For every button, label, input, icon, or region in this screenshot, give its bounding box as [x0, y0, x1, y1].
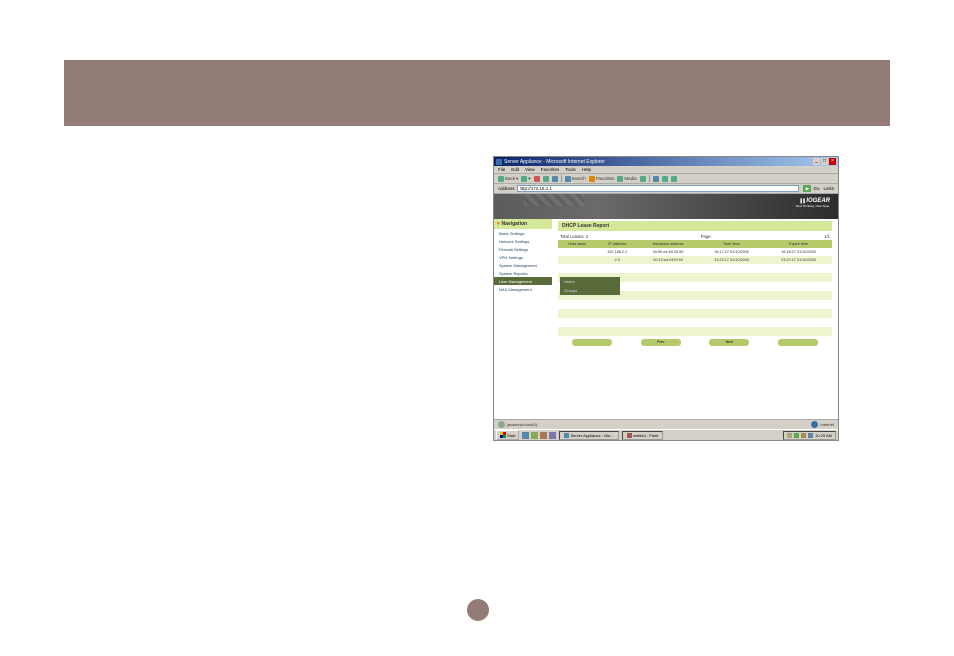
- links-label[interactable]: Links: [823, 186, 834, 191]
- tray-icon[interactable]: [794, 433, 799, 438]
- start-button[interactable]: Start: [496, 430, 519, 440]
- status-icon: [498, 421, 505, 428]
- menu-view[interactable]: View: [525, 167, 535, 172]
- nav-system-management[interactable]: System Management: [494, 261, 552, 269]
- prev-button[interactable]: Prev: [641, 339, 681, 346]
- col-hostname: Host name: [558, 240, 597, 248]
- back-button[interactable]: Back▾: [498, 176, 518, 182]
- tray-icon[interactable]: [801, 433, 806, 438]
- menu-edit[interactable]: Edit: [511, 167, 519, 172]
- panel-title: DHCP Lease Report: [558, 221, 832, 231]
- table-row: [558, 309, 832, 318]
- forward-button[interactable]: ▾: [521, 176, 530, 182]
- sidebar: Navigation Basic Settings Network Settin…: [494, 219, 552, 399]
- quicklaunch-icon[interactable]: [531, 432, 538, 439]
- close-button[interactable]: ×: [829, 158, 836, 165]
- menu-help[interactable]: Help: [582, 167, 591, 172]
- refresh-icon[interactable]: [543, 176, 549, 182]
- toolbar: Back▾ ▾ Search Favorites Media: [494, 174, 838, 184]
- zone-text: Internet: [820, 422, 834, 427]
- windows-icon: [500, 432, 506, 438]
- table-row: 192.168.2.2 00:50:e4:60:26:59 16:17:27 0…: [558, 248, 832, 256]
- banner-header: [64, 60, 890, 126]
- quicklaunch-icon[interactable]: [549, 432, 556, 439]
- table-row: 2.3 00:10:a4:04:f9:90 13:22:17 01/10/200…: [558, 256, 832, 264]
- nav-system-reports[interactable]: System Reports: [494, 269, 552, 277]
- menu-favorites[interactable]: Favorites: [541, 167, 560, 172]
- addressbar: Address ▶ Go Links: [494, 184, 838, 194]
- col-hw: Hardware address: [638, 240, 698, 248]
- submenu-groups[interactable]: Groups: [560, 286, 620, 295]
- quicklaunch-icon[interactable]: [522, 432, 529, 439]
- go-label: Go: [813, 186, 819, 191]
- titlebar: Server Appliance - Microsoft Internet Ex…: [494, 157, 838, 166]
- pager-button[interactable]: [572, 339, 612, 346]
- maximize-button[interactable]: □: [821, 158, 828, 165]
- print-icon[interactable]: [662, 176, 668, 182]
- home-icon[interactable]: [552, 176, 558, 182]
- ie-icon: [496, 159, 502, 165]
- minimize-button[interactable]: _: [813, 158, 820, 165]
- stop-icon[interactable]: [534, 176, 540, 182]
- window-title: Server Appliance - Microsoft Internet Ex…: [504, 159, 605, 165]
- site-header: ▐▐ IOGEAR New Thinking. New Style.: [494, 194, 838, 219]
- nav-network-settings[interactable]: Network Settings: [494, 237, 552, 245]
- nav-header: Navigation: [494, 219, 552, 229]
- taskbar-app-paint[interactable]: untitled - Paint: [622, 431, 664, 440]
- status-text: javascript:void(0);: [507, 422, 538, 427]
- submenu-user-management: Users Groups: [560, 277, 620, 295]
- menu-file[interactable]: File: [498, 167, 505, 172]
- pager-button[interactable]: [778, 339, 818, 346]
- browser-window: Server Appliance - Microsoft Internet Ex…: [493, 156, 839, 441]
- go-button[interactable]: ▶: [803, 185, 811, 192]
- edit-icon[interactable]: [671, 176, 677, 182]
- statusbar: javascript:void(0); Internet: [494, 419, 838, 429]
- globe-icon: [811, 421, 818, 428]
- address-label: Address: [498, 186, 515, 191]
- system-tray: 10:29 AM: [783, 431, 836, 440]
- quicklaunch-icon[interactable]: [540, 432, 547, 439]
- taskbar-app-ie[interactable]: Server Appliance - Mic...: [559, 431, 618, 440]
- menu-tools[interactable]: Tools: [565, 167, 576, 172]
- media-button[interactable]: Media: [617, 176, 636, 182]
- mail-icon[interactable]: [653, 176, 659, 182]
- brand-logo: ▐▐ IOGEAR New Thinking. New Style.: [796, 198, 830, 208]
- nav-basic-settings[interactable]: Basic Settings: [494, 229, 552, 237]
- col-ip: IP address: [597, 240, 638, 248]
- table-row: [558, 327, 832, 336]
- page-number-circle: [467, 599, 489, 621]
- nav-nas-management[interactable]: NAS Management: [494, 285, 552, 293]
- total-leases: Total Leases: 2: [560, 234, 588, 239]
- next-button[interactable]: Next: [709, 339, 749, 346]
- table-row: [558, 264, 832, 273]
- col-expire: Expire time: [765, 240, 832, 248]
- brand-tagline: New Thinking. New Style.: [796, 204, 830, 208]
- search-button[interactable]: Search: [565, 176, 586, 182]
- table-row: [558, 300, 832, 309]
- nav-user-management[interactable]: User Management: [494, 277, 552, 285]
- table-row: [558, 318, 832, 327]
- tray-icon[interactable]: [808, 433, 813, 438]
- nav-firewall-settings[interactable]: Firewall Settings: [494, 245, 552, 253]
- clock: 10:29 AM: [815, 433, 832, 438]
- menubar: File Edit View Favorites Tools Help: [494, 166, 838, 174]
- main-panel: DHCP Lease Report Total Leases: 2 Page: …: [552, 219, 838, 399]
- tray-icon[interactable]: [787, 433, 792, 438]
- taskbar: Start Server Appliance - Mic... untitled…: [494, 429, 838, 440]
- history-icon[interactable]: [640, 176, 646, 182]
- nav-vpn-settings[interactable]: VPN Settings: [494, 253, 552, 261]
- favorites-button[interactable]: Favorites: [589, 176, 615, 182]
- page-indicator: Page:: [701, 234, 712, 239]
- page-value: 1/1: [824, 234, 830, 239]
- submenu-users[interactable]: Users: [560, 277, 620, 286]
- col-start: Start time: [698, 240, 765, 248]
- address-input[interactable]: [517, 185, 800, 192]
